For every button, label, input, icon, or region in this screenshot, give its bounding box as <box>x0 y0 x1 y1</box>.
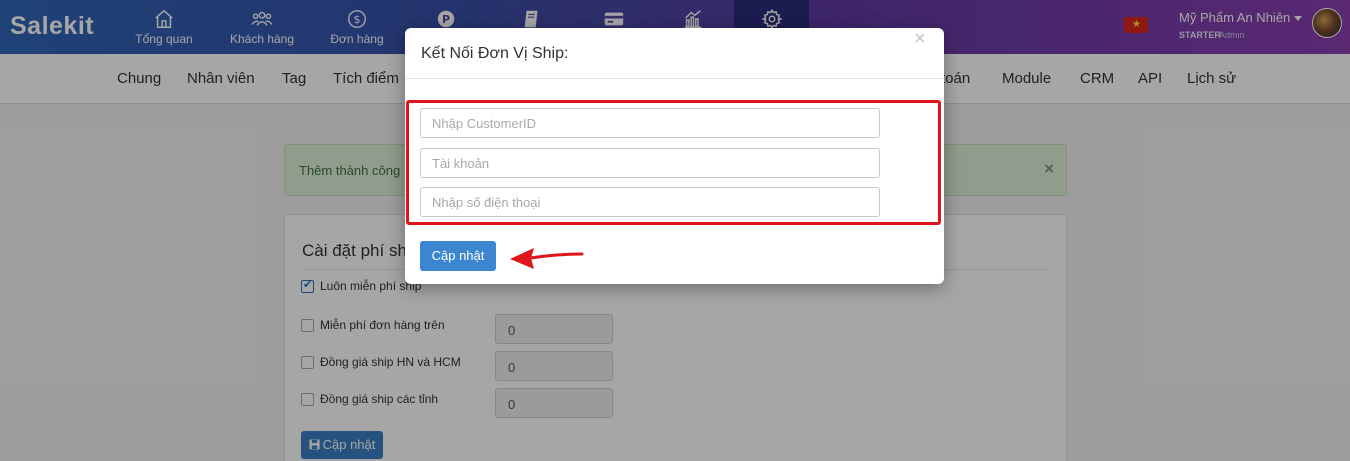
arrow-annotation-icon <box>510 248 584 269</box>
phone-input[interactable] <box>420 187 880 217</box>
modal-title: Kết Nối Đơn Vị Ship: <box>421 45 569 62</box>
customer-id-input[interactable] <box>420 108 880 138</box>
modal-divider <box>405 78 944 79</box>
account-input[interactable] <box>420 148 880 178</box>
close-icon[interactable]: × <box>914 28 926 51</box>
update-button[interactable]: Cập nhật <box>420 241 496 271</box>
shipping-connect-modal: Kết Nối Đơn Vị Ship: × Cập nhật <box>405 28 944 284</box>
